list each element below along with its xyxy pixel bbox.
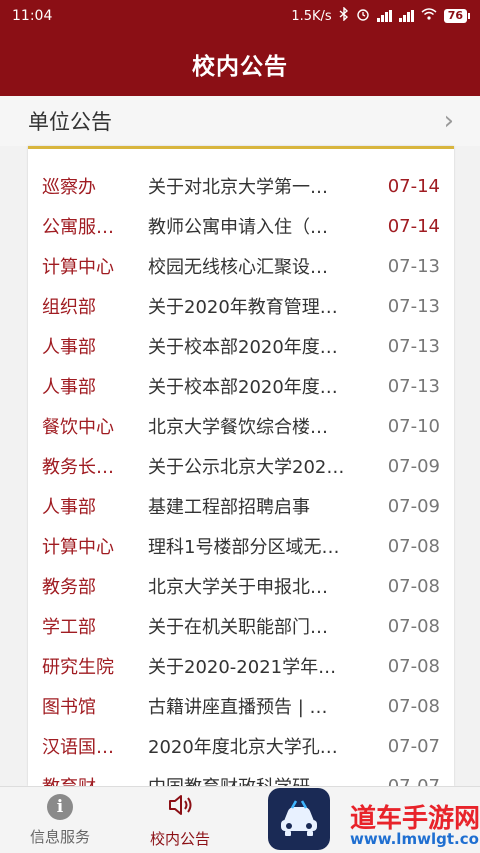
announcement-row[interactable]: 人事部 关于校本部2020年度… 07-13 (28, 366, 454, 406)
announcement-title: 基建工程部招聘启事 (148, 497, 310, 518)
status-bar: 11:04 1.5K/s 76 (0, 0, 480, 32)
announcement-dept: 研究生院 (42, 657, 114, 678)
announcement-title: 关于在机关职能部门… (148, 617, 328, 638)
announcement-title: 关于校本部2020年度… (148, 377, 338, 398)
announcement-title: 古籍讲座直播预告 | … (148, 697, 328, 718)
announcement-date: 07-14 (387, 215, 440, 237)
announcement-row[interactable]: 教务长… 关于公示北京大学202… 07-09 (28, 446, 454, 486)
announcement-title: 2020年度北京大学孔… (148, 737, 338, 758)
speaker-icon (166, 792, 194, 822)
announcement-date: 07-14 (387, 175, 440, 197)
watermark-overlay: 道车手游网 www.lmwlgt.com (266, 786, 480, 853)
signal-icon (398, 10, 414, 22)
section-title: 单位公告 (28, 110, 112, 134)
announcement-date: 07-07 (387, 775, 440, 787)
announcement-date: 07-08 (387, 655, 440, 677)
announcement-row[interactable]: 计算中心 理科1号楼部分区域无… 07-08 (28, 526, 454, 566)
announcement-date: 07-08 (387, 695, 440, 717)
page-title: 校内公告 (0, 32, 480, 96)
announcement-date: 07-07 (387, 735, 440, 757)
announcement-date: 07-13 (387, 375, 440, 397)
announcement-date: 07-13 (387, 255, 440, 277)
announcement-list: 巡察办 关于对北京大学第一… 07-14 公寓服… 教师公寓申请入住（… 07-14 计算中… (28, 149, 454, 787)
announcement-row[interactable]: 公寓服… 教师公寓申请入住（… 07-14 (28, 206, 454, 246)
announcement-date: 07-08 (387, 615, 440, 637)
announcement-date: 07-08 (387, 575, 440, 597)
announcement-date: 07-13 (387, 335, 440, 357)
announcement-title: 北京大学餐饮综合楼… (148, 417, 328, 438)
announcement-dept: 公寓服… (42, 217, 114, 238)
tab-label: 校内公告 (149, 830, 210, 848)
announcement-dept: 人事部 (42, 497, 96, 518)
status-time: 11:04 (12, 8, 53, 24)
battery-level: 76 (443, 9, 467, 23)
announcement-dept: 餐饮中心 (42, 417, 114, 438)
announcement-date: 07-09 (387, 495, 440, 517)
announcement-title: 校园无线核心汇聚设… (148, 257, 328, 278)
announcement-dept: 图书馆 (42, 697, 96, 718)
announcement-dept: 组织部 (42, 297, 96, 318)
announcement-date: 07-09 (387, 455, 440, 477)
chevron-right-icon[interactable]: › (444, 106, 454, 136)
announcement-row[interactable]: 图书馆 古籍讲座直播预告 | … 07-08 (28, 686, 454, 726)
announcement-row[interactable]: 计算中心 校园无线核心汇聚设… 07-13 (28, 246, 454, 286)
announcement-row[interactable]: 人事部 关于校本部2020年度… 07-13 (28, 326, 454, 366)
announcement-title: 关于公示北京大学202… (148, 457, 345, 478)
announcement-title: 中国教育财政科学研 (134, 773, 362, 786)
tab-info-services[interactable]: i 信息服务 (0, 787, 120, 853)
announcement-row[interactable]: 巡察办 关于对北京大学第一… 07-14 (28, 166, 454, 206)
watermark-url: www.lmwlgt.com (350, 830, 480, 848)
announcement-dept: 汉语国… (42, 737, 114, 758)
announcement-row[interactable]: 组织部 关于2020年教育管理… 07-13 (28, 286, 454, 326)
announcement-dept: 计算中心 (42, 537, 114, 558)
announcement-row[interactable]: 人事部 基建工程部招聘启事 07-09 (28, 486, 454, 526)
info-icon: i (47, 794, 73, 820)
announcement-row[interactable]: 餐饮中心 北京大学餐饮综合楼… 07-10 (28, 406, 454, 446)
announcement-row[interactable]: 学工部 关于在机关职能部门… 07-08 (28, 606, 454, 646)
alarm-icon (356, 7, 370, 25)
announcement-card: 巡察办 关于对北京大学第一… 07-14 公寓服… 教师公寓申请入住（… 07-14 计算中… (28, 146, 454, 786)
announcement-title: 关于校本部2020年度… (148, 337, 338, 358)
announcement-date: 07-10 (387, 415, 440, 437)
wifi-icon (421, 8, 437, 24)
net-speed: 1.5K/s (291, 8, 332, 24)
announcement-title: 理科1号楼部分区域无… (148, 537, 340, 558)
announcement-dept: 巡察办 (42, 177, 96, 198)
car-logo-icon (268, 788, 330, 850)
announcement-row[interactable]: 研究生院 关于2020-2021学年… 07-08 (28, 646, 454, 686)
tab-campus-announcements[interactable]: 校内公告 (120, 787, 240, 853)
announcement-title: 关于2020-2021学年… (148, 657, 337, 678)
announcement-title: 关于对北京大学第一… (148, 177, 328, 198)
announcement-row[interactable]: 教务部 北京大学关于申报北… 07-08 (28, 566, 454, 606)
battery-icon: 76 (443, 9, 470, 23)
announcement-title: 北京大学关于申报北… (148, 577, 328, 598)
announcement-dept: 计算中心 (42, 257, 114, 278)
announcement-dept: 教务长… (42, 457, 114, 478)
status-icons: 1.5K/s 76 (291, 6, 470, 25)
section-header-unit-announcements[interactable]: 单位公告 › (0, 96, 480, 146)
announcement-dept: 人事部 (42, 377, 96, 398)
announcement-title: 关于2020年教育管理… (148, 297, 338, 318)
signal-hd-icon (376, 10, 392, 22)
bluetooth-icon (339, 6, 349, 25)
announcement-dept: 教育财 (28, 773, 134, 786)
announcement-date: 07-08 (387, 535, 440, 557)
announcement-dept: 教务部 (42, 577, 96, 598)
tab-label: 信息服务 (29, 828, 90, 846)
announcement-row[interactable]: 教育财中国教育财政科学研 07-07 (28, 766, 454, 787)
announcement-dept: 人事部 (42, 337, 96, 358)
announcement-date: 07-13 (387, 295, 440, 317)
announcement-dept: 学工部 (42, 617, 96, 638)
announcement-title: 教师公寓申请入住（… (148, 217, 328, 238)
announcement-row[interactable]: 汉语国… 2020年度北京大学孔… 07-07 (28, 726, 454, 766)
